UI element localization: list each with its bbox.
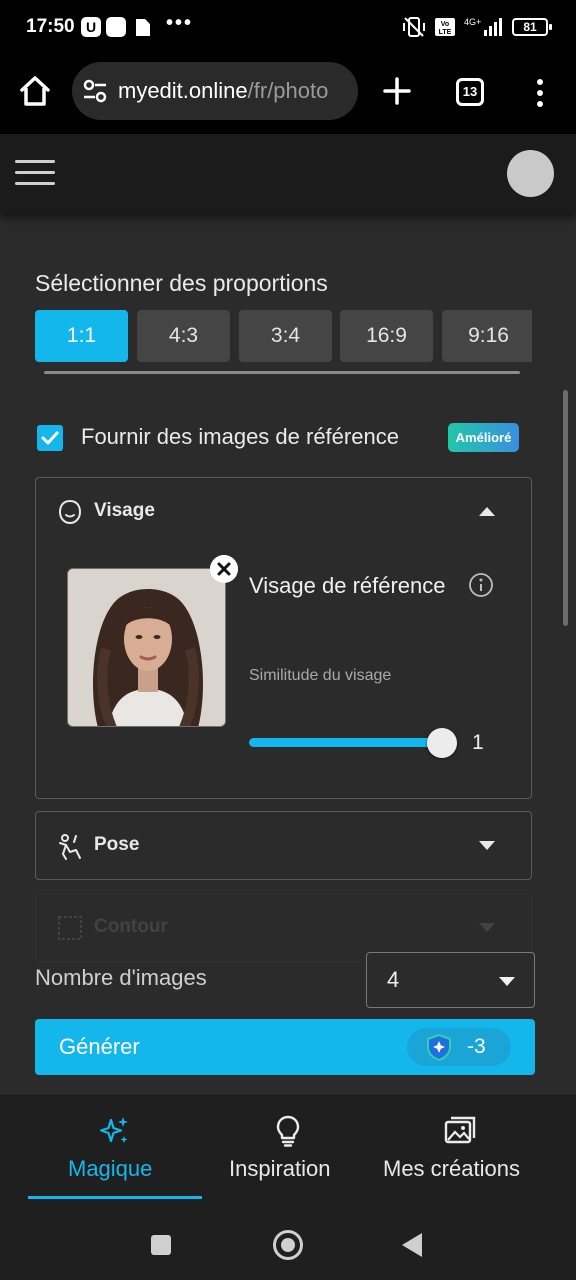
generate-button[interactable]: Générer -3 (35, 1019, 535, 1075)
status-time: 17:50 (26, 16, 75, 37)
vibrate-off-icon (403, 17, 425, 37)
new-tab-icon[interactable] (380, 74, 414, 108)
ratio-3-4-button[interactable]: 3:4 (239, 310, 332, 362)
site-settings-icon[interactable] (82, 78, 108, 104)
expand-caret-icon[interactable] (479, 841, 495, 850)
url-domain: myedit.online (118, 78, 248, 103)
nav-item-inspiration[interactable]: Inspiration (210, 1094, 366, 1208)
app-header (0, 134, 576, 214)
face-panel: Visage Visage de référence Similitude du… (35, 477, 532, 799)
ratio-4-3-button[interactable]: 4:3 (137, 310, 230, 362)
home-circle-icon[interactable] (273, 1230, 303, 1260)
system-navigation-bar (0, 1207, 576, 1280)
similarity-slider-handle[interactable] (427, 728, 457, 758)
remove-image-close-icon[interactable] (210, 555, 238, 583)
more-dots-icon: ••• (166, 12, 194, 34)
vertical-scrollbar[interactable] (563, 390, 568, 626)
image-count-value: 4 (387, 967, 400, 992)
url-text: myedit.online/fr/photo (118, 78, 328, 104)
active-tab-indicator (28, 1196, 202, 1199)
face-panel-title[interactable]: Visage (94, 500, 155, 522)
status-bar: 17:50 U ••• Vo LTE 4G+ 81 (0, 0, 576, 56)
svg-text:Vo: Vo (441, 21, 449, 28)
avatar[interactable] (507, 150, 554, 197)
face-outline-icon (58, 499, 82, 525)
sparkles-icon (99, 1117, 128, 1143)
reference-face-title: Visage de référence (249, 573, 446, 598)
collapse-caret-icon[interactable] (479, 507, 495, 516)
pose-panel[interactable]: Pose (35, 811, 532, 880)
pose-panel-title: Pose (94, 834, 140, 855)
home-icon[interactable] (18, 74, 52, 108)
credit-cost-pill: -3 (407, 1028, 511, 1066)
face-similarity-label: Similitude du visage (249, 667, 392, 684)
proportions-title: Sélectionner des proportions (35, 270, 328, 296)
pose-figure-icon (59, 834, 81, 860)
reference-label: Fournir des images de référence (81, 424, 399, 449)
recents-icon[interactable] (151, 1235, 171, 1255)
status-right-icons: Vo LTE 4G+ 81 (402, 16, 552, 38)
u-app-icon: U (81, 17, 101, 37)
enhanced-badge: Amélioré (448, 423, 519, 452)
back-triangle-icon[interactable] (402, 1233, 422, 1257)
ratio-1-1-button[interactable]: 1:1 (35, 310, 128, 362)
nav-label-inspiration: Inspiration (229, 1156, 331, 1181)
reference-face-thumbnail[interactable] (67, 568, 226, 727)
ratio-selector: 1:1 4:3 3:4 16:9 9:16 (35, 310, 532, 364)
volte-icon: Vo LTE (435, 18, 455, 36)
ratio-scrollbar[interactable] (44, 371, 520, 374)
dropdown-caret-icon (499, 977, 515, 986)
nav-item-magique[interactable]: Magique (28, 1094, 202, 1208)
bottom-navigation: Magique Inspiration Mes créations (0, 1093, 576, 1207)
lightbulb-icon (276, 1115, 300, 1147)
ratio-16-9-button[interactable]: 16:9 (340, 310, 433, 362)
contour-icon (58, 916, 82, 940)
info-icon[interactable] (468, 572, 494, 598)
svg-text:4G+: 4G+ (464, 17, 481, 27)
svg-text:LTE: LTE (439, 29, 452, 36)
ratio-9-16-button[interactable]: 9:16 (442, 310, 532, 362)
gallery-icon (444, 1116, 476, 1144)
nav-item-mes-creations[interactable]: Mes créations (372, 1094, 548, 1208)
square-app-icon (106, 17, 126, 37)
nav-label-magique: Magique (68, 1156, 153, 1181)
portrait-image (68, 569, 225, 726)
settings-panel: Sélectionner des proportions 1:1 4:3 3:4… (0, 214, 576, 1093)
reference-checkbox[interactable] (37, 425, 63, 451)
nav-label-mes-creations: Mes créations (383, 1156, 520, 1181)
expand-caret-icon[interactable] (479, 923, 495, 932)
similarity-slider-track[interactable] (249, 738, 442, 747)
signal-4g-icon: 4G+ (464, 17, 502, 36)
address-bar[interactable]: myedit.online/fr/photo (72, 62, 358, 120)
credit-shield-icon (427, 1033, 451, 1061)
generate-label: Générer (59, 1034, 140, 1059)
browser-toolbar: myedit.online/fr/photo 13 (0, 56, 576, 134)
similarity-value: 1 (472, 731, 484, 754)
image-count-select[interactable]: 4 (366, 952, 535, 1008)
url-path: /fr/photo (247, 78, 329, 103)
tab-switcher-button[interactable]: 13 (456, 78, 484, 106)
credit-cost: -3 (467, 1035, 486, 1058)
browser-menu-icon[interactable] (528, 78, 552, 108)
hamburger-menu-icon[interactable] (15, 160, 55, 186)
document-icon (136, 19, 150, 36)
contour-panel-title: Contour (94, 916, 168, 937)
battery-indicator: 81 (512, 18, 552, 36)
image-count-label: Nombre d'images (35, 965, 207, 990)
